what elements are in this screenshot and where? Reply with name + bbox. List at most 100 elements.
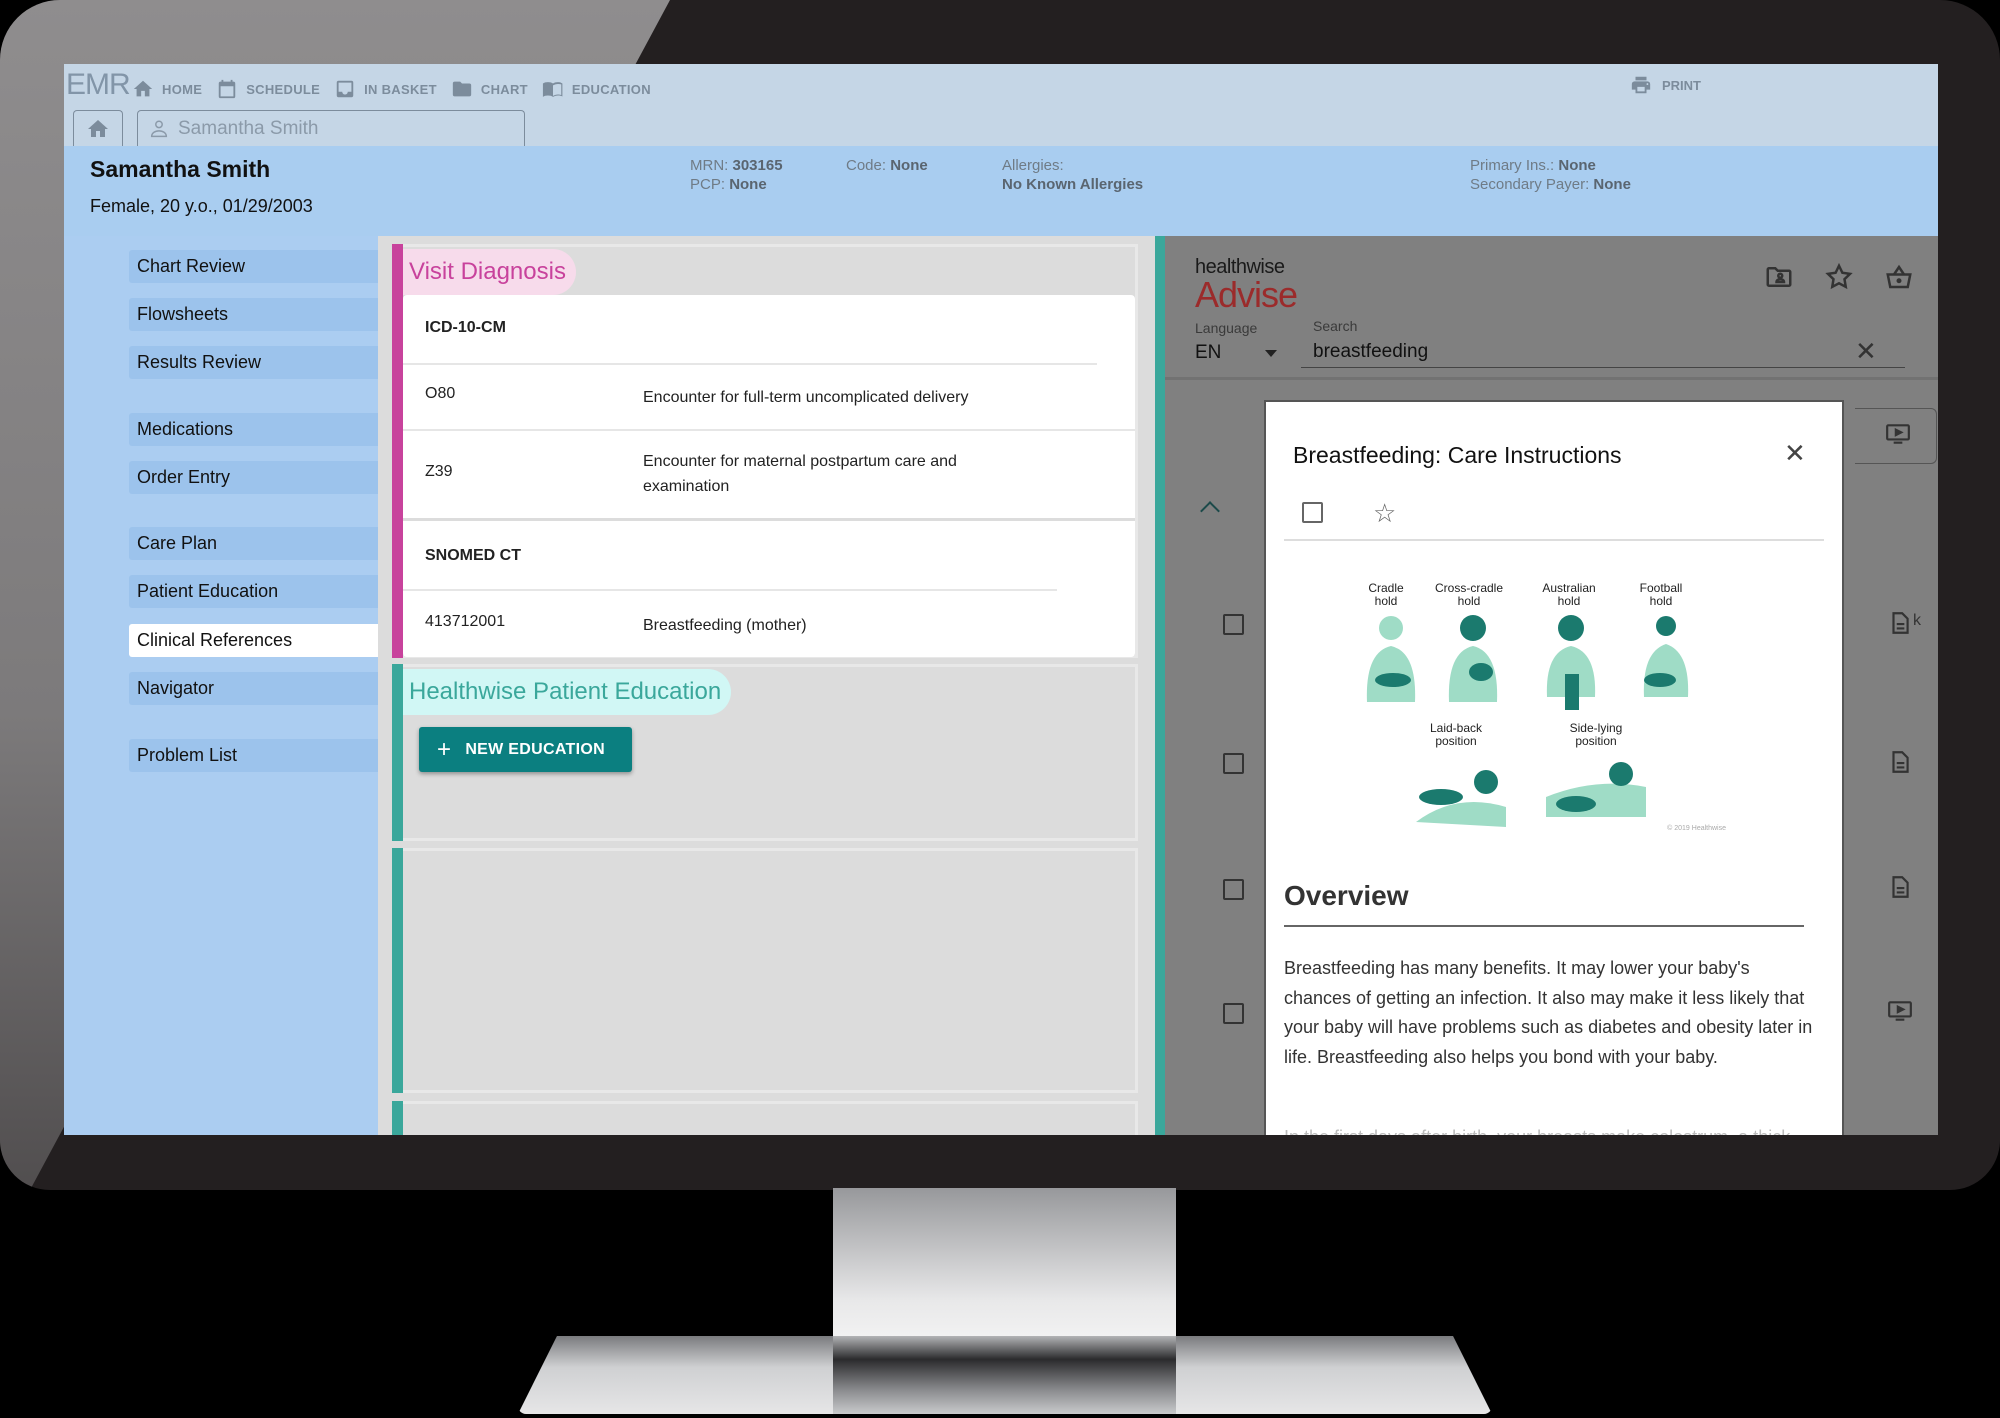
allergies-value: No Known Allergies bbox=[1002, 176, 1144, 193]
nav-home[interactable]: HOME bbox=[132, 78, 202, 100]
diagnosis-row[interactable]: O80 Encounter for full-term uncomplicate… bbox=[403, 365, 1135, 431]
patient-education-title: Healthwise Patient Education bbox=[403, 669, 732, 715]
cradle-hold-figure bbox=[1366, 616, 1416, 702]
home-tab[interactable] bbox=[73, 110, 123, 146]
patient-folder-icon[interactable] bbox=[1764, 262, 1794, 292]
patient-banner: Samantha Smith Female, 20 y.o., 01/29/20… bbox=[64, 146, 1938, 236]
search-input[interactable] bbox=[1301, 336, 1905, 368]
result-checkbox[interactable] bbox=[1223, 753, 1244, 774]
empty-card bbox=[392, 1101, 1138, 1135]
secondary-payer-value: None bbox=[1593, 176, 1631, 193]
plus-icon: + bbox=[437, 735, 452, 763]
sidebar-item-flowsheets[interactable]: Flowsheets bbox=[129, 298, 378, 331]
star-icon[interactable] bbox=[1824, 262, 1854, 292]
code-system-label: SNOMED CT bbox=[425, 547, 521, 564]
laid-back-position-figure bbox=[1416, 770, 1506, 827]
illustration-label: Side-lying position bbox=[1569, 721, 1623, 748]
card-accent bbox=[392, 664, 403, 841]
nav-chart-label: CHART bbox=[480, 81, 528, 97]
empty-card bbox=[392, 848, 1138, 1093]
article-modal: Breastfeeding: Care Instructions ✕ ☆ Cra… bbox=[1264, 400, 1844, 1135]
new-education-button[interactable]: + NEW EDUCATION bbox=[419, 727, 632, 772]
insurance-field: Primary Ins.: None Secondary Payer: None bbox=[1470, 156, 1631, 194]
secondary-payer-label: Secondary Payer: bbox=[1470, 176, 1590, 193]
mrn-label: MRN: bbox=[690, 157, 729, 174]
chevron-up-icon[interactable] bbox=[1200, 501, 1220, 521]
clear-search-icon[interactable]: ✕ bbox=[1855, 336, 1877, 367]
diagnosis-row[interactable]: 413712001 Breastfeeding (mother) bbox=[403, 591, 1135, 657]
video-icon[interactable] bbox=[1885, 421, 1911, 447]
code-value: None bbox=[890, 157, 928, 174]
card-accent bbox=[392, 1101, 403, 1135]
sidebar-item-patient-education[interactable]: Patient Education bbox=[129, 575, 378, 608]
pcp-value: None bbox=[729, 176, 767, 193]
language-select[interactable]: EN bbox=[1195, 342, 1221, 364]
diagnosis-row[interactable]: Z39 Encounter for maternal postpartum ca… bbox=[403, 431, 1135, 521]
article-paragraph-cutoff: In the first days after birth, your brea… bbox=[1284, 1127, 1819, 1135]
favorite-star-icon[interactable]: ☆ bbox=[1373, 498, 1396, 529]
patient-name: Samantha Smith bbox=[90, 156, 271, 182]
patient-education-card: Healthwise Patient Education + NEW EDUCA… bbox=[392, 664, 1138, 841]
document-icon[interactable] bbox=[1887, 874, 1913, 900]
home-icon bbox=[133, 80, 153, 97]
sidebar-item-problem-list[interactable]: Problem List bbox=[129, 739, 378, 772]
diagnosis-description: Breastfeeding (mother) bbox=[643, 617, 807, 634]
close-icon[interactable]: ✕ bbox=[1784, 438, 1806, 469]
healthwise-header-icons bbox=[1764, 262, 1914, 292]
calendar-icon bbox=[218, 79, 236, 99]
sidebar-item-medications[interactable]: Medications bbox=[129, 413, 378, 446]
diagnosis-table: ICD-10-CM O80 Encounter for full-term un… bbox=[403, 295, 1135, 657]
folder-icon bbox=[452, 81, 472, 97]
nav-schedule[interactable]: SCHEDULE bbox=[216, 78, 320, 100]
side-lying-position-figure bbox=[1546, 762, 1646, 817]
nav-in-basket[interactable]: IN BASKET bbox=[334, 78, 437, 100]
allergies-field: Allergies: No Known Allergies bbox=[1002, 156, 1143, 194]
result-checkbox[interactable] bbox=[1223, 879, 1244, 900]
diagnosis-code: O80 bbox=[425, 385, 456, 402]
sidebar-item-chart-review[interactable]: Chart Review bbox=[129, 250, 378, 283]
person-icon bbox=[150, 119, 168, 137]
mrn-field: MRN: 303165 PCP: None bbox=[690, 156, 783, 194]
illustration-copyright: © 2019 Healthwise bbox=[1667, 825, 1726, 832]
diagnosis-group-header: ICD-10-CM bbox=[403, 295, 1135, 365]
nav-education[interactable]: EDUCATION bbox=[542, 78, 651, 100]
sidebar-item-navigator[interactable]: Navigator bbox=[129, 672, 378, 705]
illustration-label: Australian hold bbox=[1542, 581, 1596, 608]
print-label: PRINT bbox=[1662, 77, 1701, 93]
select-article-checkbox[interactable] bbox=[1302, 502, 1323, 523]
primary-ins-label: Primary Ins.: bbox=[1470, 157, 1555, 174]
basket-icon[interactable] bbox=[1884, 262, 1914, 292]
sidebar-item-results-review[interactable]: Results Review bbox=[129, 346, 378, 379]
sidebar-item-order-entry[interactable]: Order Entry bbox=[129, 461, 378, 494]
document-icon[interactable] bbox=[1887, 749, 1913, 775]
activity-sidebar: Chart Review Flowsheets Results Review M… bbox=[64, 236, 378, 1135]
primary-ins-value: None bbox=[1558, 157, 1596, 174]
video-icon[interactable] bbox=[1887, 998, 1913, 1024]
dropdown-arrow-icon[interactable] bbox=[1265, 350, 1277, 357]
emr-logo: EMR bbox=[66, 68, 131, 101]
nav-home-label: HOME bbox=[162, 81, 203, 97]
patient-demographics: Female, 20 y.o., 01/29/2003 bbox=[90, 196, 313, 216]
patient-tab-label: Samantha Smith bbox=[178, 117, 319, 139]
divider bbox=[1284, 539, 1824, 541]
print-button[interactable]: PRINT bbox=[1630, 74, 1701, 96]
diagnosis-description: Encounter for maternal postpartum care a… bbox=[643, 453, 957, 495]
result-checkbox[interactable] bbox=[1223, 614, 1244, 635]
sidebar-item-care-plan[interactable]: Care Plan bbox=[129, 527, 378, 560]
book-icon bbox=[542, 82, 563, 97]
article-paragraph: Breastfeeding has many benefits. It may … bbox=[1284, 958, 1813, 1067]
sidebar-item-clinical-references[interactable]: Clinical References bbox=[129, 624, 378, 657]
pcp-label: PCP: bbox=[690, 176, 726, 193]
breastfeeding-positions-illustration: Cradle hold Cross-cradle hold Australian… bbox=[1356, 582, 1726, 832]
result-title-fragment: k bbox=[1913, 612, 1921, 629]
inbox-icon bbox=[336, 80, 354, 98]
result-checkbox[interactable] bbox=[1223, 1003, 1244, 1024]
nav-chart[interactable]: CHART bbox=[451, 78, 528, 100]
nav-schedule-label: SCHEDULE bbox=[246, 81, 321, 97]
healthwise-header: healthwise Advise Language EN Search ✕ bbox=[1165, 236, 1938, 380]
top-navigation-bar: EMR HOME SCHEDULE IN BASKET CHART EDUCAT… bbox=[64, 64, 1938, 146]
patient-tab[interactable]: Samantha Smith bbox=[137, 110, 525, 146]
emr-screen: EMR HOME SCHEDULE IN BASKET CHART EDUCAT… bbox=[64, 64, 1938, 1135]
document-icon[interactable] bbox=[1887, 610, 1913, 636]
article-title: Breastfeeding: Care Instructions bbox=[1293, 442, 1622, 468]
